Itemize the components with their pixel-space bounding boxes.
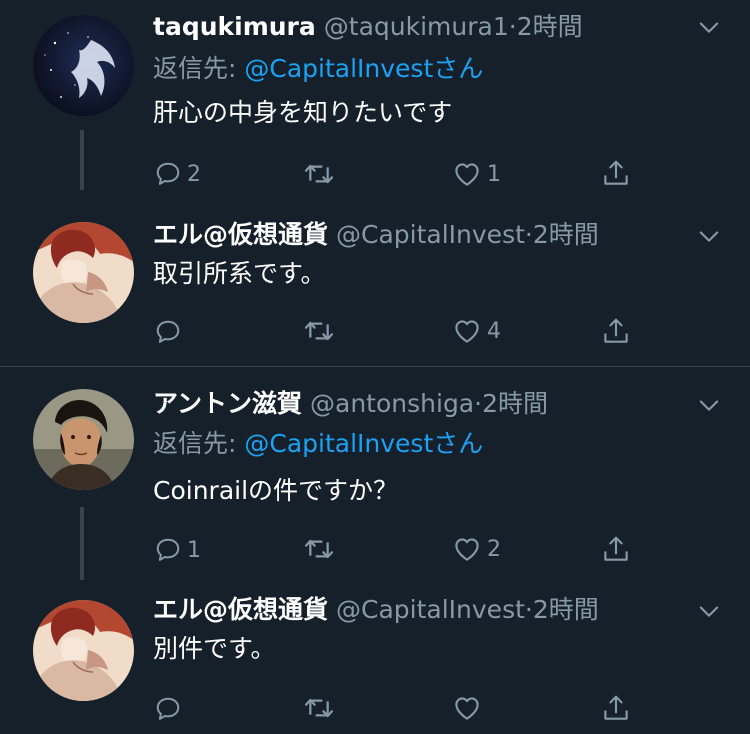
like-button[interactable] (452, 691, 487, 725)
heart-icon (452, 316, 482, 346)
retweet-button[interactable] (303, 532, 340, 566)
retweet-icon (303, 158, 335, 190)
like-button[interactable]: 1 (452, 157, 501, 191)
tweet-text: 別件です。 (153, 634, 276, 663)
timestamp[interactable]: 2時間 (533, 595, 599, 624)
like-count: 4 (487, 318, 501, 344)
retweet-button[interactable] (303, 691, 340, 725)
reply-button[interactable] (154, 692, 187, 726)
share-icon (601, 534, 631, 564)
tweet-header: taqukimura @taqukimura1·2時間 (153, 10, 583, 44)
share-button[interactable] (601, 314, 631, 348)
share-icon (601, 158, 631, 188)
handle[interactable]: @taqukimura1 (324, 12, 509, 41)
tweet-taqukimura[interactable]: taqukimura @taqukimura1·2時間 返信先: @Capital… (0, 0, 750, 200)
reply-to: 返信先: @CapitalInvestさん (153, 52, 483, 86)
chevron-down-icon[interactable] (695, 222, 723, 250)
like-count: 2 (487, 536, 501, 562)
reply-count: 2 (187, 161, 201, 187)
heart-icon (452, 159, 482, 189)
like-button[interactable]: 2 (452, 532, 501, 566)
reply-count: 1 (187, 537, 201, 563)
avatar[interactable] (33, 15, 134, 116)
tweet-text: 取引所系です。 (153, 259, 326, 288)
retweet-button[interactable] (303, 157, 340, 191)
separator: · (524, 220, 533, 249)
speech-bubble-icon (154, 318, 182, 346)
avatar[interactable] (33, 600, 134, 701)
handle[interactable]: @CapitalInvest (336, 220, 525, 249)
retweet-icon (303, 692, 335, 724)
thread-line (80, 130, 84, 190)
chevron-down-icon[interactable] (695, 597, 723, 625)
retweet-icon (303, 533, 335, 565)
reply-mention-link[interactable]: @CapitalInvest (244, 429, 433, 458)
reply-prefix: 返信先: (153, 429, 245, 458)
like-count: 1 (487, 161, 501, 187)
tweet-text: Coinrailの件ですか？ (153, 476, 399, 505)
timestamp[interactable]: 2時間 (517, 12, 583, 41)
tweet-capitalinvest-reply-2[interactable]: エル@仮想通貨 @CapitalInvest·2時間 別件です。 (0, 580, 750, 734)
separator: · (508, 12, 517, 41)
separator: · (524, 595, 533, 624)
reply-prefix: 返信先: (153, 54, 245, 83)
speech-bubble-icon (154, 536, 182, 564)
like-button[interactable]: 4 (452, 314, 501, 348)
avatar[interactable] (33, 222, 134, 323)
reply-mention-link[interactable]: @CapitalInvest (244, 54, 433, 83)
tweet-header: エル@仮想通貨 @CapitalInvest·2時間 (153, 218, 599, 252)
share-button[interactable] (601, 691, 631, 725)
display-name[interactable]: エル@仮想通貨 (153, 595, 328, 624)
share-icon (601, 316, 631, 346)
retweet-button[interactable] (303, 314, 340, 348)
reply-suffix: さん (433, 54, 484, 83)
reply-button[interactable]: 2 (154, 157, 201, 191)
reply-timeline: taqukimura @taqukimura1·2時間 返信先: @Capital… (0, 0, 750, 734)
speech-bubble-icon (154, 695, 182, 723)
speech-bubble-icon (154, 160, 182, 188)
display-name[interactable]: taqukimura (153, 12, 316, 41)
timestamp[interactable]: 2時間 (533, 220, 599, 249)
chevron-down-icon[interactable] (695, 13, 723, 41)
tweet-capitalinvest-reply-1[interactable]: エル@仮想通貨 @CapitalInvest·2時間 取引所系です。 4 (0, 200, 750, 366)
retweet-icon (303, 315, 335, 347)
timestamp[interactable]: 2時間 (482, 389, 548, 418)
separator: · (474, 389, 483, 418)
heart-icon (452, 534, 482, 564)
handle[interactable]: @antonshiga (310, 389, 474, 418)
tweet-antonshiga[interactable]: アントン滋賀 @antonshiga·2時間 返信先: @CapitalInves… (0, 367, 750, 580)
share-icon (601, 693, 631, 723)
avatar[interactable] (33, 389, 134, 490)
heart-icon (452, 693, 482, 723)
tweet-header: エル@仮想通貨 @CapitalInvest·2時間 (153, 593, 599, 627)
display-name[interactable]: エル@仮想通貨 (153, 220, 328, 249)
share-button[interactable] (601, 156, 631, 190)
share-button[interactable] (601, 532, 631, 566)
reply-button[interactable]: 1 (154, 533, 201, 567)
handle[interactable]: @CapitalInvest (336, 595, 525, 624)
display-name[interactable]: アントン滋賀 (153, 389, 302, 418)
thread-line (80, 507, 84, 580)
tweet-header: アントン滋賀 @antonshiga·2時間 (153, 387, 548, 421)
reply-button[interactable] (154, 315, 187, 349)
reply-to: 返信先: @CapitalInvestさん (153, 427, 483, 461)
reply-suffix: さん (433, 429, 484, 458)
chevron-down-icon[interactable] (695, 391, 723, 419)
tweet-text: 肝心の中身を知りたいです (153, 98, 453, 127)
